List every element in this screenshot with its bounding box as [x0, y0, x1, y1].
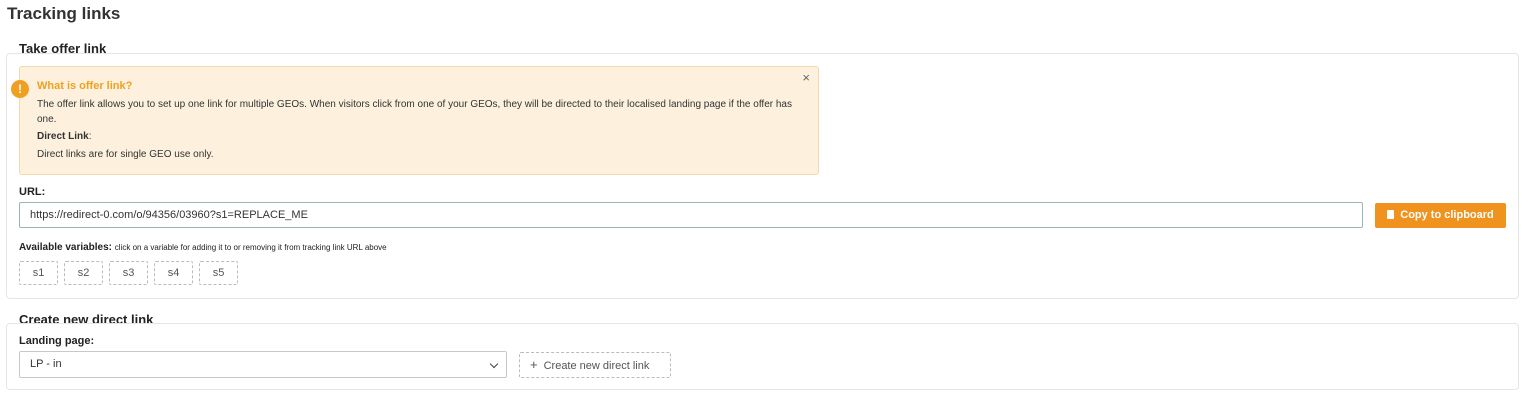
landing-page-select[interactable]: LP - in: [19, 351, 507, 378]
info-icon: !: [11, 80, 29, 98]
alert-title: What is offer link?: [37, 80, 133, 92]
alert-body: The offer link allows you to set up one …: [37, 99, 792, 125]
plus-icon: +: [530, 357, 538, 372]
clipboard-icon: [1387, 210, 1395, 219]
landing-page-value: LP - in: [30, 358, 62, 370]
create-direct-link-button[interactable]: + Create new direct link: [519, 352, 671, 378]
variable-tag-s4[interactable]: s4: [154, 261, 193, 285]
page-title: Tracking links: [7, 4, 121, 23]
variable-tag-s2[interactable]: s2: [64, 261, 103, 285]
variable-tag-s5[interactable]: s5: [199, 261, 238, 285]
variable-tag-s1[interactable]: s1: [19, 261, 58, 285]
variable-tags: s1 s2 s3 s4 s5: [19, 261, 244, 285]
copy-to-clipboard-button[interactable]: Copy to clipboard: [1375, 203, 1506, 228]
variable-tag-s3[interactable]: s3: [109, 261, 148, 285]
chevron-down-icon: [489, 359, 499, 369]
info-alert: ! × What is offer link? The offer link a…: [11, 66, 819, 175]
alert-direct-label: Direct Link:: [37, 131, 92, 142]
url-input[interactable]: https://redirect-0.com/o/94356/03960?s1=…: [19, 202, 1363, 228]
available-variables-label: Available variables: click on a variable…: [19, 242, 387, 253]
url-label: URL:: [19, 186, 46, 198]
alert-direct-body: Direct links are for single GEO use only…: [37, 149, 214, 160]
landing-page-label: Landing page:: [19, 335, 95, 347]
close-icon[interactable]: ×: [802, 71, 810, 85]
